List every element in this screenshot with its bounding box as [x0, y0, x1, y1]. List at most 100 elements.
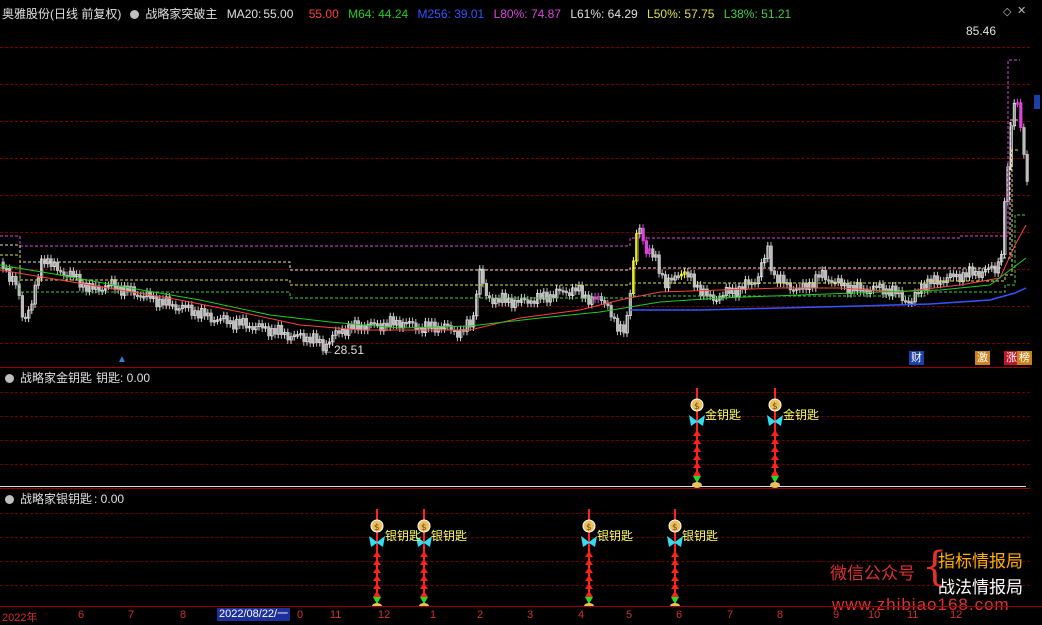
candle-body: [993, 265, 997, 274]
axis-tick: 10: [868, 609, 881, 621]
silver-key-tag-4: 银钥匙: [682, 529, 719, 543]
green-arrow-icon: [585, 597, 593, 604]
candle-body: [964, 272, 969, 278]
red-arrow-icon: [373, 575, 381, 581]
axis-tick: 11: [330, 609, 342, 621]
candle-body: [580, 285, 585, 299]
candle-body: [398, 319, 402, 329]
candle-body: [606, 303, 610, 306]
red-arrow-icon: [420, 551, 428, 557]
dollar-icon: $: [772, 402, 778, 412]
candle-body: [7, 268, 12, 282]
red-arrow-icon: [693, 446, 701, 452]
candle-body: [302, 333, 306, 343]
red-arrow-icon: [585, 575, 593, 581]
candle-body: [852, 284, 857, 292]
badge-bang[interactable]: 榜: [1017, 351, 1032, 365]
candle-body: [446, 323, 450, 326]
candle-body: [356, 320, 361, 331]
candle-body: [251, 326, 255, 331]
candle-body: [1019, 102, 1023, 128]
axis-tick: 7: [727, 609, 734, 621]
axis-tick: 8: [180, 609, 187, 621]
candle-body: [113, 279, 117, 290]
candle-body: [91, 283, 95, 290]
gold-key-tag-1: 金钥匙: [705, 408, 742, 422]
candle-body: [888, 288, 892, 297]
red-arrow-icon: [585, 567, 593, 573]
red-arrow-icon: [671, 551, 679, 557]
axis-tick: 3: [527, 609, 534, 621]
candle-body: [183, 304, 188, 309]
candle-body: [916, 292, 921, 295]
green-arrow-icon: [771, 476, 779, 483]
red-arrow-icon: [373, 551, 381, 557]
wechat-label: 微信公众号: [830, 564, 915, 583]
candle-body: [600, 296, 604, 301]
red-arrow-icon: [420, 575, 428, 581]
main-chart-panel[interactable]: 奥雅股份(日线 前复权) 战略家突破主 MA20: 55.00 55.00 M64:…: [0, 0, 1040, 366]
candle-body: [894, 285, 898, 295]
red-arrow-icon: [771, 462, 779, 468]
dollar-icon: $: [421, 523, 427, 533]
red-arrow-icon: [373, 567, 381, 573]
red-arrow-icon: [771, 438, 779, 444]
candle-body: [510, 297, 514, 308]
gold-key-panel[interactable]: 战略家金钥匙 钥匙: 0.00 $ $ 金钥匙 金钥匙: [0, 367, 1030, 489]
red-arrow-icon: [771, 454, 779, 460]
candle-body: [644, 240, 649, 254]
candle-body: [23, 316, 28, 320]
axis-tick: 9: [833, 609, 840, 621]
candle-body: [260, 323, 265, 329]
candle-body: [881, 283, 885, 295]
candle-body: [609, 305, 613, 318]
l50-line: [0, 149, 1020, 286]
axis-tick: 12: [378, 609, 391, 621]
candle-body: [516, 299, 521, 303]
candle-body: [776, 274, 780, 284]
candle-body: [728, 287, 732, 294]
red-arrow-icon: [771, 430, 779, 436]
candle-body: [904, 300, 908, 303]
candle-body: [827, 279, 831, 282]
red-arrow-icon: [693, 438, 701, 444]
candle-body: [244, 317, 248, 329]
candle-body: [225, 315, 229, 325]
candle-body: [497, 298, 501, 303]
candle-body: [279, 324, 284, 336]
red-arrow-icon: [420, 559, 428, 565]
silver-key-panel[interactable]: 战略家银钥匙: 0.00 $ $ $ $ 银钥匙 银钥匙 银钥匙 银钥匙 微信公众号 …: [0, 488, 1030, 614]
candle-body: [772, 270, 777, 276]
badge-cai[interactable]: 财: [909, 351, 924, 365]
red-arrow-icon: [771, 446, 779, 452]
candle-body: [372, 322, 377, 325]
candle-body: [139, 295, 143, 298]
candle-body: [49, 258, 53, 268]
axis-tick: 7: [128, 609, 135, 621]
candle-body: [747, 279, 751, 285]
watermark-line-1: 指标情报局: [938, 552, 1023, 571]
candle-body: [824, 269, 828, 281]
gold-key-tag-2: 金钥匙: [783, 408, 820, 422]
candle-body: [161, 298, 165, 306]
axis-tick: 4: [578, 609, 585, 621]
candle-body: [411, 321, 415, 324]
gold-key-signals: $ $: [689, 388, 783, 488]
date-cursor-box[interactable]: 2022/08/22/一: [217, 608, 291, 621]
candle-body: [670, 277, 674, 281]
badge-ji[interactable]: 激: [975, 351, 990, 365]
candle-body: [817, 274, 821, 278]
red-arrow-icon: [693, 462, 701, 468]
candle-body: [664, 274, 668, 289]
red-arrow-icon: [585, 551, 593, 557]
candle-body: [657, 254, 661, 274]
red-arrow-icon: [671, 591, 679, 597]
candle-body: [273, 328, 277, 335]
axis-tick: 8: [777, 609, 784, 621]
red-arrow-icon: [373, 559, 381, 565]
candle-body: [238, 318, 242, 326]
red-arrow-icon: [693, 430, 701, 436]
candle-body: [792, 289, 796, 292]
dollar-icon: $: [374, 523, 380, 533]
green-arrow-icon: [693, 476, 701, 483]
